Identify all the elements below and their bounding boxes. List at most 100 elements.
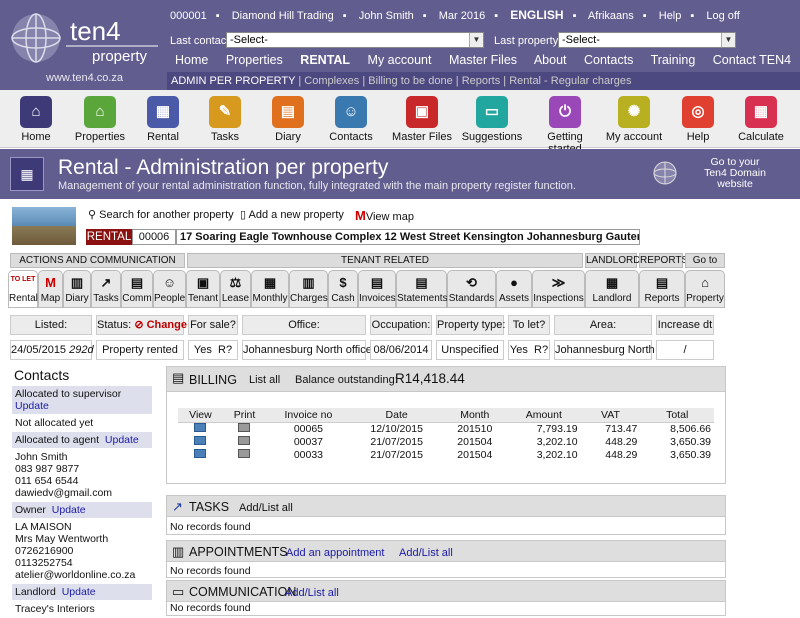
subnav-billing[interactable]: Billing to be done	[368, 75, 452, 87]
lang-english[interactable]: ENGLISH	[510, 8, 563, 22]
invoice-no: 00033	[293, 449, 324, 461]
toolbar-help[interactable]: ◎ Help	[664, 96, 732, 143]
monitor-icon[interactable]	[194, 436, 207, 445]
appointments-list-link[interactable]: Add/List all	[399, 547, 453, 559]
for-sale-flag[interactable]: R?	[218, 344, 232, 356]
toolbar-home[interactable]: ⌂ Home	[2, 96, 70, 143]
files-icon: ▣	[406, 96, 438, 128]
communication-add-list-link[interactable]: Add/List all	[285, 587, 339, 599]
toolbar-rental[interactable]: ▦ Rental	[129, 96, 197, 143]
rental-badge: RENTAL	[86, 229, 132, 245]
toolbar-diary[interactable]: ▤ Diary	[254, 96, 322, 143]
subnav-complexes[interactable]: Complexes	[304, 75, 359, 87]
tab-landlord[interactable]: ▦ Landlord	[585, 270, 639, 308]
tasks-empty: No records found	[170, 521, 251, 533]
for-sale-label: For sale?	[188, 315, 238, 335]
help-link[interactable]: Help	[659, 10, 682, 22]
tab-statements[interactable]: ▤ Statements	[396, 270, 448, 308]
subnav-reports[interactable]: Reports	[462, 75, 501, 87]
agent-line: 083 987 9877	[15, 463, 80, 475]
printer-icon[interactable]	[238, 436, 251, 445]
ten4-logo[interactable]: ten4 property	[8, 8, 163, 68]
printer-icon[interactable]	[238, 423, 251, 433]
tab-tenant[interactable]: ▣ Tenant	[186, 270, 220, 308]
toolbar-my-account[interactable]: ✺ My account	[600, 96, 668, 143]
toolbar-suggestions[interactable]: ▭ Suggestions	[458, 96, 526, 143]
search-property-link[interactable]: ⚲ Search for another property	[88, 208, 234, 221]
invoice-total: 8,506.66	[670, 423, 711, 436]
nav-about[interactable]: About	[534, 53, 567, 67]
owner-update-link[interactable]: Update	[52, 504, 86, 516]
chat-icon: ▭	[476, 96, 508, 128]
occupation-label: Occupation:	[370, 315, 432, 335]
tab-diary[interactable]: ▥ Diary	[63, 270, 91, 308]
globe-icon[interactable]	[650, 160, 680, 186]
printer-icon[interactable]	[238, 449, 251, 458]
billing-list-all-link[interactable]: List all	[249, 374, 280, 386]
toolbar-calculate[interactable]: ▦ Calculate	[727, 96, 795, 143]
toolbar-properties[interactable]: ⌂ Properties	[66, 96, 134, 143]
tasks-icon: ↗	[100, 275, 112, 290]
group-actions: ACTIONS AND COMMUNICATION	[10, 253, 185, 268]
last-contact-select[interactable]: -Select- ▼	[226, 32, 484, 48]
nav-training[interactable]: Training	[651, 53, 696, 67]
tab-inspections[interactable]: ≫ Inspections	[532, 270, 585, 308]
charges-icon: ▥	[302, 275, 315, 290]
tab-standards[interactable]: ⟲ Standards	[447, 270, 496, 308]
nav-master-files[interactable]: Master Files	[449, 53, 517, 67]
toolbar-contacts[interactable]: ☺ Contacts	[317, 96, 385, 143]
supervisor-update-link[interactable]: Update	[15, 400, 49, 412]
lang-afrikaans[interactable]: Afrikaans	[588, 10, 634, 22]
toolbar-tasks[interactable]: ✎ Tasks	[191, 96, 259, 143]
tab-rental[interactable]: TO LET Rental	[8, 270, 38, 308]
house-icon: ⌂	[84, 96, 116, 128]
nav-home[interactable]: Home	[175, 53, 208, 67]
tasks-header: ↗ TASKS Add/List all	[166, 495, 726, 517]
monitor-icon[interactable]	[194, 423, 207, 433]
monitor-icon[interactable]	[194, 449, 207, 458]
inspections-icon: ≫	[551, 275, 566, 290]
tab-label: Tenant	[187, 293, 219, 304]
tab-property[interactable]: ⌂ Property	[685, 270, 725, 308]
tab-comm[interactable]: ▤ Comm	[121, 270, 153, 308]
domain-website-link[interactable]: Go to your Ten4 Domain website	[700, 157, 770, 190]
nav-contact-ten4[interactable]: Contact TEN4	[713, 53, 791, 67]
logoff-link[interactable]: Log off	[706, 10, 739, 22]
nav-my-account[interactable]: My account	[368, 53, 432, 67]
change-status-link[interactable]: ⊘ Change	[134, 319, 187, 331]
tab-people[interactable]: ☺ People	[153, 270, 186, 308]
tab-tasks[interactable]: ↗ Tasks	[91, 270, 121, 308]
nav-rental[interactable]: RENTAL	[300, 53, 350, 67]
add-property-link[interactable]: ▯ Add a new property	[240, 208, 344, 221]
tab-lease[interactable]: ⚖ Lease	[220, 270, 251, 308]
nav-contacts[interactable]: Contacts	[584, 53, 633, 67]
add-appointment-link[interactable]: Add an appointment	[286, 547, 384, 559]
agent-line: John Smith	[15, 451, 68, 463]
view-cell	[178, 423, 223, 436]
tab-invoices[interactable]: ▤ Invoices	[358, 270, 396, 308]
tab-charges[interactable]: ▥ Charges	[289, 270, 328, 308]
landlord-update-link[interactable]: Update	[62, 586, 96, 598]
search-icon: ⚲	[88, 209, 97, 221]
toolbar-master-files[interactable]: ▣ Master Files	[388, 96, 456, 143]
supervisor-value: Not allocated yet	[15, 417, 94, 429]
invoice-no: 00065	[293, 423, 324, 436]
tasks-add-list-link[interactable]: Add/List all	[239, 502, 293, 514]
group-landlord: LANDLORD	[585, 253, 641, 268]
tab-map[interactable]: M Map	[38, 270, 63, 308]
nav-properties[interactable]: Properties	[226, 53, 283, 67]
view-map-link[interactable]: MView map	[355, 208, 414, 223]
agent-update-link[interactable]: Update	[105, 434, 139, 446]
listed-value: 24/05/2015 292d	[10, 340, 94, 360]
invoice-month: 201504	[457, 436, 493, 448]
subnav-admin-per-property[interactable]: ADMIN PER PROPERTY	[171, 75, 295, 87]
last-property-select[interactable]: -Select- ▼	[558, 32, 736, 48]
to-let-flag[interactable]: R?	[534, 344, 548, 356]
subnav-regular-charges[interactable]: Rental - Regular charges	[509, 75, 631, 87]
toolbar-getting-started[interactable]: ⏻Getting started	[531, 96, 599, 155]
tab-assets[interactable]: ● Assets	[496, 270, 532, 308]
tab-cash[interactable]: $ Cash	[328, 270, 358, 308]
sub-nav: ADMIN PER PROPERTY | Complexes | Billing…	[0, 72, 800, 90]
tab-reports[interactable]: ▤ Reports	[639, 270, 685, 308]
tab-monthly[interactable]: ▦ Monthly	[251, 270, 289, 308]
